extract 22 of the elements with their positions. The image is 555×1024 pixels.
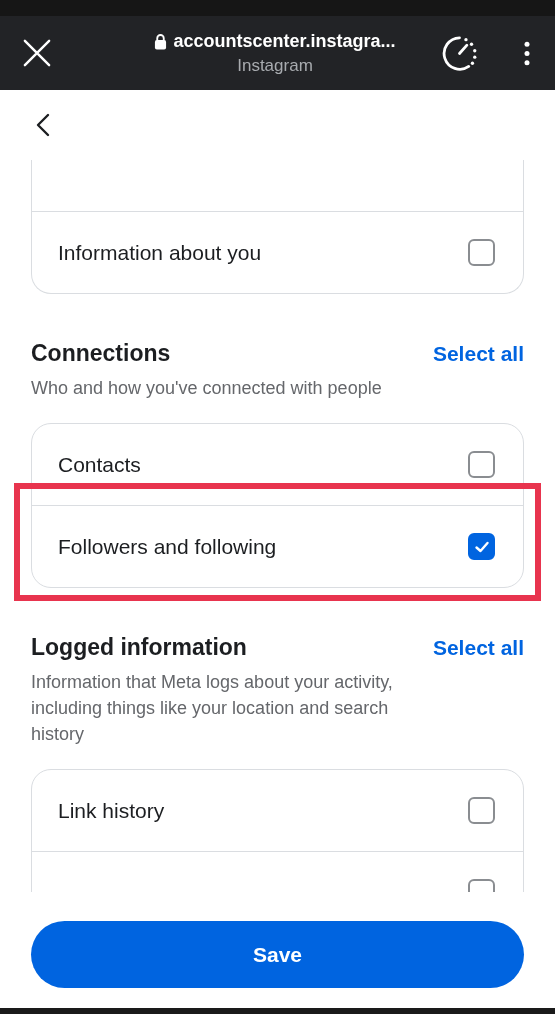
option-row[interactable]: Followers and following <box>32 505 523 587</box>
select-all-link[interactable]: Select all <box>432 635 524 660</box>
option-row[interactable]: Information about you <box>32 211 523 293</box>
timer-icon[interactable] <box>441 34 478 72</box>
checkbox[interactable] <box>468 239 495 266</box>
select-all-link[interactable]: Select all <box>432 341 524 366</box>
more-icon[interactable] <box>523 40 531 66</box>
section-title: Connections <box>31 340 171 367</box>
option-row[interactable]: Contacts <box>32 424 523 505</box>
close-icon[interactable] <box>23 39 51 67</box>
section-title: Logged information <box>31 634 247 661</box>
section-description: Information that Meta logs about your activity, including things like your location and search history <box>31 671 394 746</box>
checkbox[interactable] <box>468 533 495 560</box>
checkbox[interactable] <box>468 797 495 824</box>
site-name: Instagram <box>237 55 313 76</box>
option-row[interactable]: Link history <box>32 770 523 851</box>
url-text: accountscenter.instagra... <box>173 30 396 52</box>
lock-icon <box>154 32 168 50</box>
checkbox[interactable] <box>468 451 495 478</box>
section-description: Who and how you've connected with people <box>31 377 383 400</box>
save-button[interactable]: Save <box>31 921 524 988</box>
back-icon[interactable] <box>36 113 50 137</box>
